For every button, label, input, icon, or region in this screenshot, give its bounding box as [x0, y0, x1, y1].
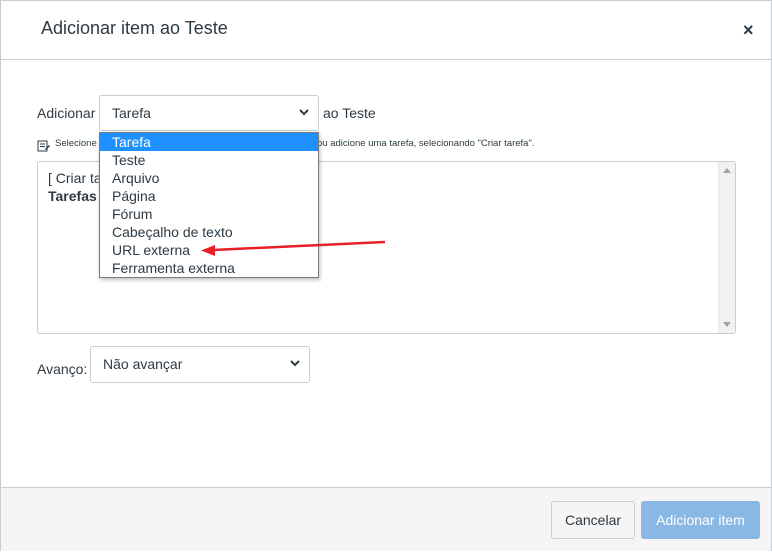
cancel-button[interactable]: Cancelar [551, 501, 635, 539]
dialog-header: Adicionar item ao Teste × [1, 1, 771, 60]
listbox-scrollbar[interactable] [718, 162, 735, 333]
hint-text-left: Selecione [55, 138, 97, 149]
option-cabecalho-de-texto[interactable]: Cabeçalho de texto [100, 223, 318, 241]
add-item-button[interactable]: Adicionar item [641, 501, 760, 539]
option-url-externa[interactable]: URL externa [100, 241, 318, 259]
list-group-label: Tarefas [48, 188, 97, 204]
item-type-select[interactable]: Tarefa [99, 95, 319, 131]
edit-note-icon [37, 140, 50, 152]
add-item-dialog: Adicionar item ao Teste × Adicionar Tare… [0, 0, 772, 551]
add-label: Adicionar [37, 105, 96, 121]
hint-text-right: ou adicione uma tarefa, selecionando "Cr… [317, 138, 535, 149]
advance-value: Não avançar [103, 356, 183, 372]
option-forum[interactable]: Fórum [100, 205, 318, 223]
scroll-down-icon[interactable] [723, 322, 731, 327]
dialog-title: Adicionar item ao Teste [41, 18, 228, 38]
chevron-down-icon [299, 109, 309, 116]
add-suffix-label: ao Teste [323, 105, 376, 121]
scroll-up-icon[interactable] [723, 168, 731, 173]
item-type-dropdown-list: Tarefa Teste Arquivo Página Fórum Cabeça… [99, 132, 319, 278]
close-icon[interactable]: × [743, 20, 754, 40]
advance-select[interactable]: Não avançar [90, 346, 310, 383]
option-ferramenta-externa[interactable]: Ferramenta externa [100, 259, 318, 277]
item-type-value: Tarefa [112, 105, 151, 121]
list-item-create[interactable]: [ Criar ta [48, 170, 102, 186]
advance-label: Avanço: [37, 361, 88, 377]
option-tarefa[interactable]: Tarefa [100, 133, 318, 151]
option-teste[interactable]: Teste [100, 151, 318, 169]
dialog-footer: Cancelar Adicionar item [1, 487, 771, 551]
option-pagina[interactable]: Página [100, 187, 318, 205]
chevron-down-icon [290, 360, 300, 367]
option-arquivo[interactable]: Arquivo [100, 169, 318, 187]
